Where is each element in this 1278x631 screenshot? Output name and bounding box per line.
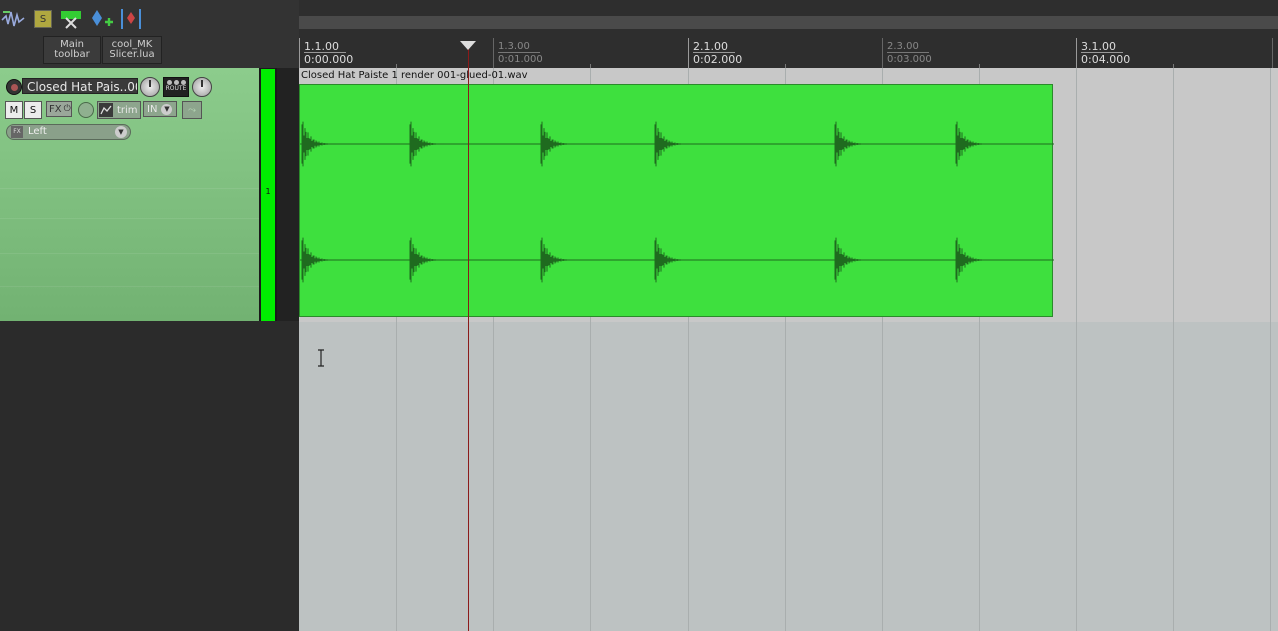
envelope-icon [99,103,113,117]
ruler-time-label: 0:02.000 [693,53,743,66]
split-cut-icon[interactable] [58,6,84,32]
grid-line [1270,68,1271,631]
media-item-filename: Closed Hat Paiste 1 render 001-glued-01.… [301,70,528,81]
ruler-mark [1272,38,1273,68]
envelope-lane-label: Left [28,126,47,137]
horizontal-scrollbar[interactable] [299,16,1278,29]
media-item[interactable] [299,84,1054,317]
tcp-divider [277,68,299,321]
track-name-field[interactable]: Closed Hat Pais..001 [22,78,138,94]
trim-label: trim [117,104,138,116]
fx-bypass-icon: ⏻ [63,104,71,114]
marker-range-icon[interactable] [118,6,144,32]
ruler-mark: 2.1.00 0:02.000 [688,38,742,68]
input-select[interactable]: IN ▼ [143,101,177,117]
record-arm-icon [10,83,18,91]
ruler-time-label: 0:00.000 [304,53,354,66]
mute-button[interactable]: M [5,101,23,119]
ruler-bar-label: 2.3.00 [887,41,919,52]
route-label: ROUTE [165,85,187,92]
grid-line [1076,68,1077,631]
ruler-bar-label: 2.1.00 [693,40,728,53]
ruler-time-label: 0:01.000 [498,54,543,65]
track-fx-arrow-icon[interactable]: ⤳ [182,101,202,119]
ruler-mark: 3.1.00 0:04.000 [1076,38,1130,68]
ruler-bar-label: 3.1.00 [1081,40,1116,53]
volume-knob[interactable] [140,77,160,97]
solo-badge: S [34,10,52,28]
chevron-down-icon: ▼ [115,126,127,138]
arrange-empty-area[interactable] [299,322,1278,631]
pan-knob[interactable] [192,77,212,97]
chevron-down-icon: ▼ [161,103,173,115]
timeline-ruler[interactable]: 1.1.00 0:00.000 1.3.00 0:01.000 2.1.00 0… [299,38,1278,68]
track-control-panel[interactable]: Closed Hat Pais..001 ROUTE M S FX ⏻ trim… [0,68,260,321]
main-toolbar-label-2: toolbar [54,49,90,60]
ruler-time-label: 0:03.000 [887,54,932,65]
main-toolbar: S Main toolbar cool_MK Slicer.lua [0,0,299,68]
track-number: 1 [265,187,271,196]
phase-invert-icon[interactable] [78,102,94,118]
trim-envelope-button[interactable]: trim [97,101,141,119]
add-marker-icon[interactable] [88,6,114,32]
solo-icon[interactable]: S [30,6,56,32]
slicer-script-button[interactable]: cool_MK Slicer.lua [102,36,162,64]
track-meter-level: 1 [261,69,275,321]
input-label: IN [147,103,158,115]
grid-line [1173,68,1174,631]
fx-button[interactable]: FX ⏻ [46,101,72,117]
ruler-mark: 1.1.00 0:00.000 [299,38,353,68]
ruler-bar-label: 1.1.00 [304,40,339,53]
ruler-mark: 1.3.00 0:01.000 [493,38,543,68]
fx-envelope-icon: FX [11,126,23,138]
main-toolbar-button[interactable]: Main toolbar [43,36,101,64]
ruler-bar-label: 1.3.00 [498,41,530,52]
ruler-mark: 2.3.00 0:03.000 [882,38,932,68]
route-button[interactable]: ROUTE [163,77,189,97]
fx-label: FX [49,103,62,115]
play-cursor[interactable] [468,44,469,631]
ruler-time-label: 0:04.000 [1081,53,1131,66]
text-cursor-icon [316,349,326,367]
envelope-lane-selector[interactable]: FX Left ▼ [6,124,131,140]
slicer-label-2: Slicer.lua [109,49,155,60]
solo-button[interactable]: S [24,101,42,119]
record-arm-button[interactable] [6,79,22,95]
waveform [300,121,1054,283]
playhead-marker-icon[interactable] [460,41,476,50]
envelope-wave-icon[interactable] [0,6,26,32]
